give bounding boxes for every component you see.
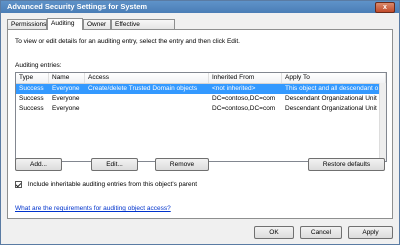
close-button[interactable]: x (375, 2, 395, 13)
cell-access (85, 94, 209, 104)
cell-name: Everyone (52, 105, 80, 112)
remove-button[interactable]: Remove (155, 158, 209, 171)
column-header-inherited-from[interactable]: Inherited From (209, 73, 282, 83)
tab-auditing[interactable]: Auditing (47, 18, 83, 30)
cell-type: Success (19, 105, 44, 112)
table-header: Type Name Access Inherited From Apply To (16, 73, 386, 84)
auditing-entries-label: Auditing entries: (15, 62, 62, 69)
restore-defaults-button[interactable]: Restore defaults (308, 158, 385, 171)
cancel-button[interactable]: Cancel (300, 226, 342, 239)
title-bar[interactable]: Advanced Security Settings for System x (1, 1, 399, 13)
table-row[interactable]: Success Everyone DC=contoso,DC=com Desce… (16, 94, 386, 104)
column-header-name[interactable]: Name (49, 73, 85, 83)
column-header-access[interactable]: Access (85, 73, 209, 83)
window-title: Advanced Security Settings for System (7, 2, 148, 11)
include-inheritable-checkbox-row[interactable]: Include inheritable auditing entries fro… (15, 181, 197, 188)
tab-effective-permissions[interactable]: Effective Permissions (111, 19, 175, 38)
cell-name: Everyone (52, 85, 80, 92)
apply-button[interactable]: Apply (348, 226, 393, 239)
ok-button[interactable]: OK (254, 226, 294, 239)
cell-access (85, 104, 209, 114)
column-header-apply-to[interactable]: Apply To (282, 73, 386, 83)
auditing-entries-table[interactable]: Type Name Access Inherited From Apply To… (15, 72, 387, 162)
table-vertical-scrollbar[interactable] (379, 83, 386, 161)
advanced-security-settings-window: Advanced Security Settings for System x … (0, 0, 400, 245)
cell-apply-to: This object and all descendant o (285, 85, 379, 92)
include-inheritable-checkbox[interactable] (15, 181, 22, 188)
cell-apply-to: Descendant Organizational Unit (285, 105, 377, 112)
edit-button[interactable]: Edit... (91, 158, 138, 171)
add-button[interactable]: Add... (15, 158, 62, 171)
include-inheritable-label[interactable]: Include inheritable auditing entries fro… (28, 181, 197, 188)
tab-permissions[interactable]: Permissions (7, 19, 47, 29)
cell-inherited-from: DC=contoso,DC=com (212, 95, 276, 102)
cell-inherited-from: <not inherited> (212, 85, 256, 92)
table-row[interactable]: Success Everyone DC=contoso,DC=com Desce… (16, 104, 386, 114)
cell-type: Success (19, 85, 44, 92)
table-row[interactable]: Success Everyone Create/delete Trusted D… (16, 84, 386, 94)
column-header-type[interactable]: Type (16, 73, 49, 83)
cell-apply-to: Descendant Organizational Unit (285, 95, 377, 102)
intro-text: To view or edit details for an auditing … (15, 38, 240, 45)
cell-access: Create/delete Trusted Domain objects (88, 85, 198, 92)
cell-type: Success (19, 95, 44, 102)
cell-inherited-from: DC=contoso,DC=com (212, 105, 276, 112)
tab-owner[interactable]: Owner (83, 19, 111, 29)
auditing-requirements-link[interactable]: What are the requirements for auditing o… (15, 205, 171, 212)
cell-name: Everyone (52, 95, 80, 102)
auditing-panel: To view or edit details for an auditing … (7, 29, 393, 219)
